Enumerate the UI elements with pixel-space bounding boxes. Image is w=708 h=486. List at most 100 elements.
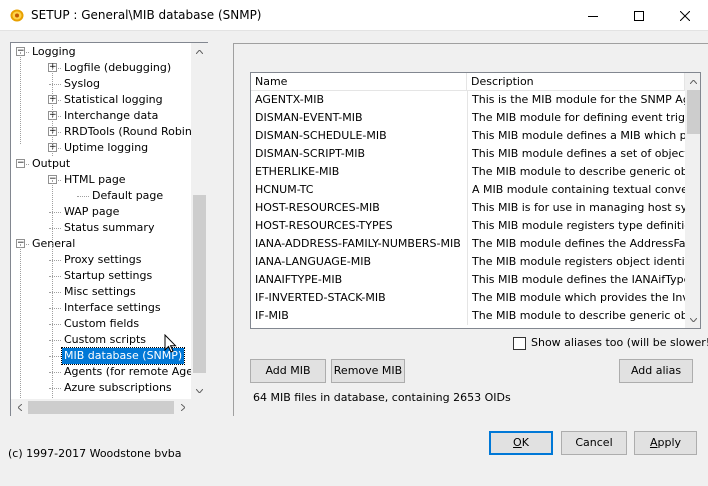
tree-item-label[interactable]: WAP page	[62, 204, 121, 220]
table-row[interactable]: IANAIFTYPE-MIB This MIB module defines th…	[251, 271, 685, 289]
tree-connector	[49, 324, 61, 325]
tree-item-label[interactable]: Output	[30, 156, 72, 172]
cancel-button[interactable]: Cancel	[561, 431, 627, 455]
tree-item-label[interactable]: Agents (for remote Agents)	[62, 364, 192, 380]
table-row[interactable]: HCNUM-TC A MIB module containing textual …	[251, 181, 685, 199]
tree-item[interactable]: + Logfile (debugging)	[12, 60, 192, 76]
table-row[interactable]: AGENTX-MIB This is the MIB module for the…	[251, 91, 685, 109]
tree-item-label[interactable]: General	[30, 236, 77, 252]
tree-item[interactable]: − HTML page	[12, 172, 192, 188]
tree-connector	[52, 180, 53, 268]
tree-item-label[interactable]: Logfile (debugging)	[62, 60, 173, 76]
tree-item[interactable]: Azure subscriptions	[12, 380, 192, 396]
mib-status-text: 64 MIB files in database, containing 265…	[253, 391, 511, 404]
tree-item-label[interactable]: Proxy settings	[62, 252, 144, 268]
tree-item[interactable]: Startup settings	[12, 268, 192, 284]
table-row[interactable]: HOST-RESOURCES-MIB This MIB is for use in…	[251, 199, 685, 217]
scroll-left-arrow-icon[interactable]	[11, 399, 28, 416]
tree-item[interactable]: +RRDTools (Round Robin Database)	[12, 124, 192, 140]
add-alias-button[interactable]: Add alias	[619, 359, 693, 383]
scroll-up-arrow-icon[interactable]	[191, 43, 208, 60]
scroll-up-arrow-icon[interactable]	[685, 73, 700, 90]
tree-item-label[interactable]: Startup settings	[62, 268, 154, 284]
tree-item[interactable]: Agents (for remote Agents)	[12, 364, 192, 380]
add-mib-button[interactable]: Add MIB	[250, 359, 326, 383]
scroll-right-arrow-icon[interactable]	[174, 399, 191, 416]
collapse-icon[interactable]: −	[16, 159, 25, 168]
tree-connector	[49, 212, 61, 213]
tree-item[interactable]: Proxy settings	[12, 252, 192, 268]
tree-item-label[interactable]: Interchange data	[62, 108, 160, 124]
remove-mib-button[interactable]: Remove MIB	[331, 359, 405, 383]
tree-item[interactable]: + Interchange data	[12, 108, 192, 124]
tree-item-label[interactable]: HTML page	[62, 172, 128, 188]
mib-name-cell: IANA-ADDRESS-FAMILY-NUMBERS-MIB	[255, 237, 461, 250]
tree-item-label[interactable]: Interface settings	[62, 300, 163, 316]
show-aliases-checkbox[interactable]	[513, 337, 526, 350]
table-vertical-scrollbar[interactable]	[685, 73, 700, 328]
table-scroll-thumb[interactable]	[687, 90, 700, 134]
tree-item[interactable]: Custom fields	[12, 316, 192, 332]
table-row[interactable]: DISMAN-EVENT-MIB The MIB module for defin…	[251, 109, 685, 127]
table-body: AGENTX-MIB This is the MIB module for the…	[251, 91, 685, 328]
close-button[interactable]	[662, 0, 708, 31]
mib-name-cell: HOST-RESOURCES-MIB	[255, 201, 380, 214]
mib-name-cell: DISMAN-SCRIPT-MIB	[255, 147, 366, 160]
mib-description-cell: This MIB module defines the IANAifType T…	[467, 271, 685, 289]
maximize-button[interactable]	[616, 0, 662, 31]
tree-item[interactable]: − Logging	[12, 44, 192, 60]
tree-connector	[49, 292, 61, 293]
tree-item-label[interactable]: RRDTools (Round Robin Database)	[62, 124, 192, 140]
tree-item[interactable]: − Output	[12, 156, 192, 172]
mib-description-cell: The MIB module to describe generic objec…	[467, 307, 685, 325]
mib-table[interactable]: Name Description AGENTX-MIB This is the M…	[250, 72, 701, 329]
mib-name-cell: ETHERLIKE-MIB	[255, 165, 340, 178]
tree-connector	[49, 308, 61, 309]
tree-item-label[interactable]: Logging	[30, 44, 78, 60]
tree-item[interactable]: Status summary	[12, 220, 192, 236]
show-aliases-label[interactable]: Show aliases too (will be slower!)	[531, 336, 708, 349]
window-title: SETUP : General\MIB database (SNMP)	[31, 8, 262, 22]
tree-item[interactable]: WAP page	[12, 204, 192, 220]
tree-item[interactable]: − General	[12, 236, 192, 252]
tree-hscroll-thumb[interactable]	[28, 401, 174, 414]
tree-item-label[interactable]: Status summary	[62, 220, 156, 236]
tree-item-label[interactable]: Azure subscriptions	[62, 380, 174, 396]
minimize-button[interactable]	[570, 0, 616, 31]
tree-item[interactable]: Misc settings	[12, 284, 192, 300]
ok-mnemonic: O	[513, 436, 522, 449]
table-row[interactable]: IANA-ADDRESS-FAMILY-NUMBERS-MIB The MIB m…	[251, 235, 685, 253]
ok-button[interactable]: OK	[489, 431, 553, 455]
minimize-icon	[588, 15, 598, 17]
column-header-name[interactable]: Name	[251, 73, 467, 91]
table-row[interactable]: IF-MIB The MIB module to describe generic…	[251, 307, 685, 325]
tree-horizontal-scrollbar[interactable]	[11, 399, 191, 416]
tree-scroll-thumb[interactable]	[193, 195, 206, 373]
table-row[interactable]: ETHERLIKE-MIB The MIB module to describe …	[251, 163, 685, 181]
table-row[interactable]: DISMAN-SCRIPT-MIB This MIB module defines…	[251, 145, 685, 163]
scroll-down-arrow-icon[interactable]	[685, 311, 700, 328]
table-row[interactable]: IF-INVERTED-STACK-MIB The MIB module whic…	[251, 289, 685, 307]
tree-item[interactable]: Default page	[12, 188, 192, 204]
column-header-description[interactable]: Description	[467, 73, 685, 91]
table-row[interactable]: DISMAN-SCHEDULE-MIB This MIB module defin…	[251, 127, 685, 145]
tree-connector	[49, 388, 61, 389]
tree-item-label[interactable]: Default page	[90, 188, 165, 204]
tree-vertical-scrollbar[interactable]	[191, 43, 208, 399]
tree-item[interactable]: Interface settings	[12, 300, 192, 316]
tree-item-label[interactable]: Syslog	[62, 76, 102, 92]
table-row[interactable]: IANA-LANGUAGE-MIB The MIB module register…	[251, 253, 685, 271]
tree-item-label[interactable]: Statistical logging	[62, 92, 165, 108]
mib-description-cell: This is the MIB module for the SNMP Agen…	[467, 91, 685, 109]
scroll-down-arrow-icon[interactable]	[191, 382, 208, 399]
tree-item[interactable]: Syslog	[12, 76, 192, 92]
tree-item-label[interactable]: Misc settings	[62, 284, 138, 300]
tree-item-label[interactable]: Custom fields	[62, 316, 141, 332]
tree-item-label[interactable]: Uptime logging	[62, 140, 150, 156]
apply-button[interactable]: Apply	[634, 431, 697, 455]
tree-item[interactable]: + Uptime logging	[12, 140, 192, 156]
tree-item-label[interactable]: Custom scripts	[62, 332, 148, 348]
table-row[interactable]: HOST-RESOURCES-TYPES This MIB module regi…	[251, 217, 685, 235]
tree-item[interactable]: + Statistical logging	[12, 92, 192, 108]
settings-tree[interactable]: − Logging + Logfile (debugging) Syslog + Stati…	[10, 42, 208, 416]
